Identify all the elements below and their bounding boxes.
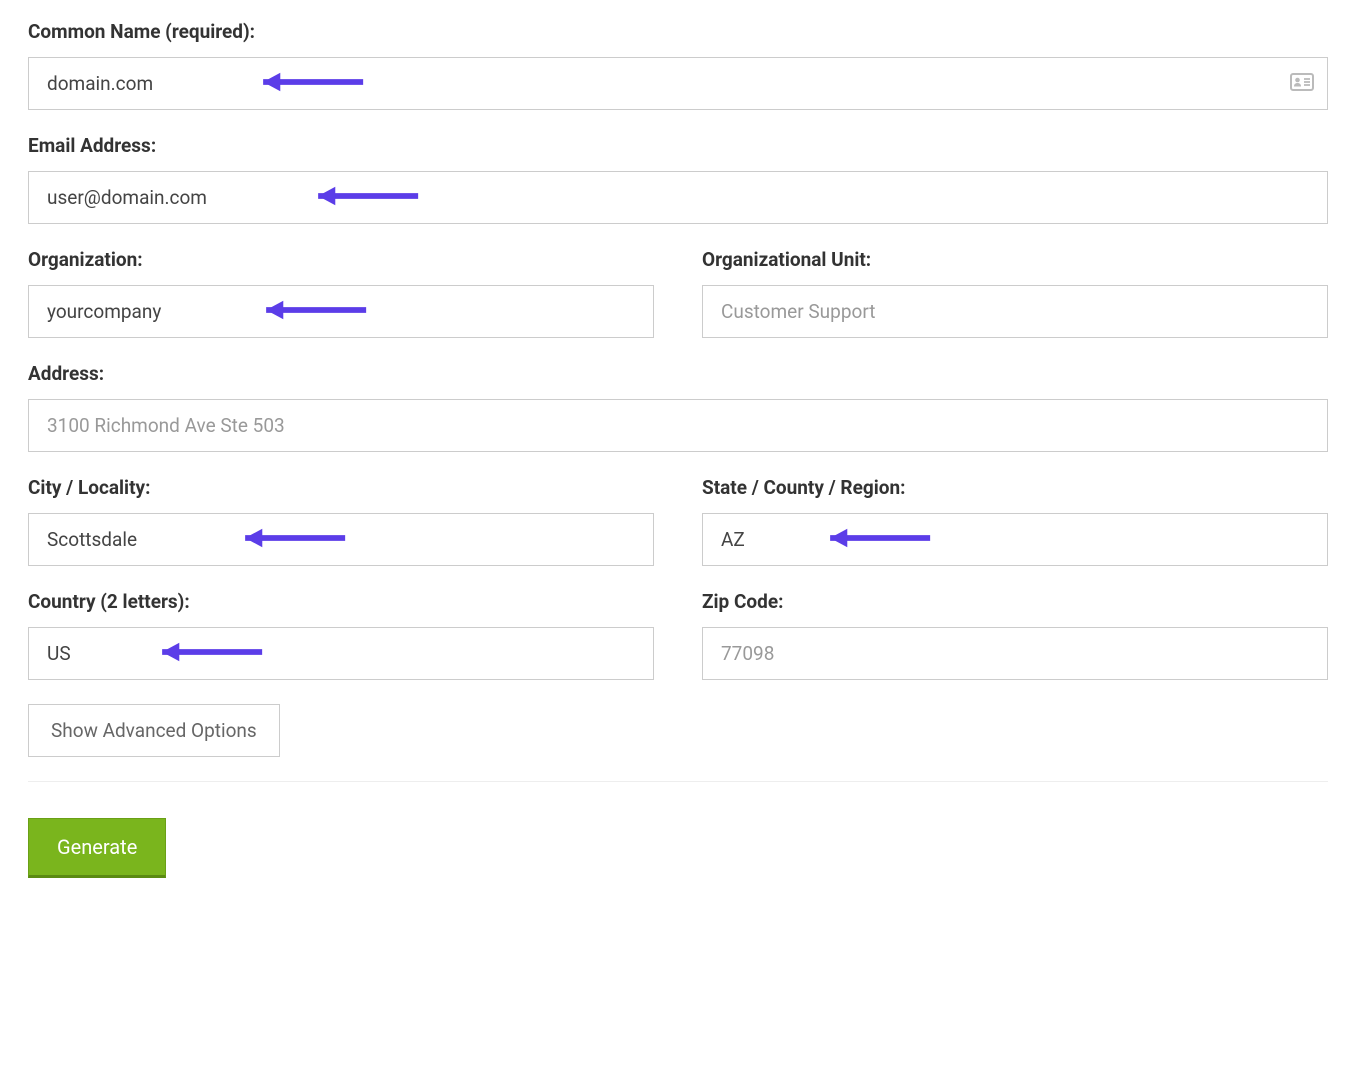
country-input[interactable] bbox=[28, 627, 654, 680]
email-input[interactable] bbox=[28, 171, 1328, 224]
address-input[interactable] bbox=[28, 399, 1328, 452]
common-name-label: Common Name (required): bbox=[28, 20, 1328, 43]
divider bbox=[28, 781, 1328, 782]
org-unit-label: Organizational Unit: bbox=[702, 248, 1328, 271]
generate-button[interactable]: Generate bbox=[28, 818, 166, 878]
address-label: Address: bbox=[28, 362, 1328, 385]
zip-label: Zip Code: bbox=[702, 590, 1328, 613]
organization-input[interactable] bbox=[28, 285, 654, 338]
organization-label: Organization: bbox=[28, 248, 654, 271]
common-name-input[interactable] bbox=[28, 57, 1328, 110]
country-label: Country (2 letters): bbox=[28, 590, 654, 613]
state-input[interactable] bbox=[702, 513, 1328, 566]
email-label: Email Address: bbox=[28, 134, 1328, 157]
city-label: City / Locality: bbox=[28, 476, 654, 499]
id-card-icon bbox=[1290, 73, 1314, 95]
org-unit-input[interactable] bbox=[702, 285, 1328, 338]
show-advanced-button[interactable]: Show Advanced Options bbox=[28, 704, 280, 757]
zip-input[interactable] bbox=[702, 627, 1328, 680]
city-input[interactable] bbox=[28, 513, 654, 566]
state-label: State / County / Region: bbox=[702, 476, 1328, 499]
